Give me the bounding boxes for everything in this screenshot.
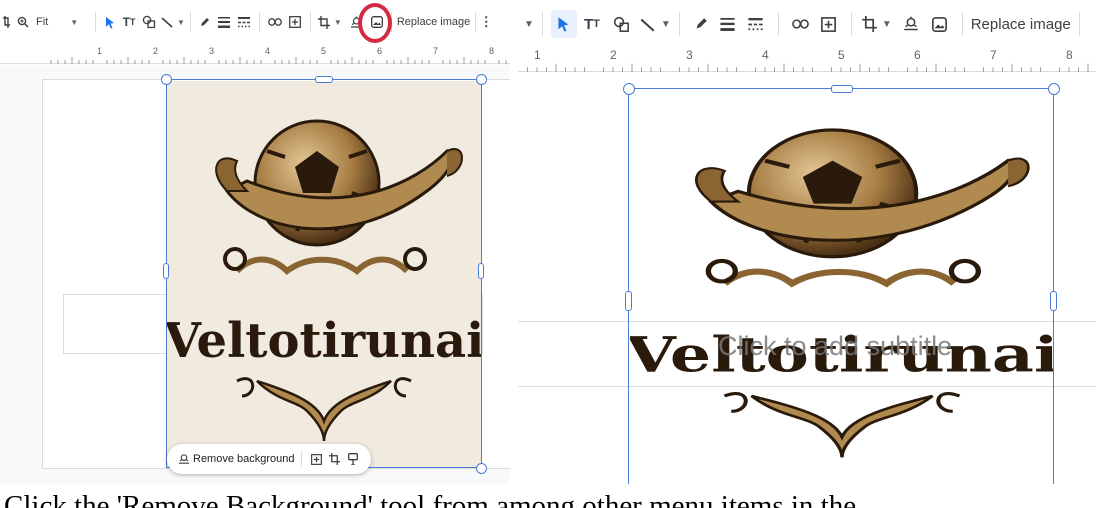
select-arrow-icon[interactable]	[101, 16, 119, 29]
pen-icon[interactable]	[688, 17, 714, 31]
image-selection-box	[628, 88, 1054, 484]
highlight-circle	[358, 3, 392, 43]
resize-handle-right[interactable]	[1050, 291, 1057, 311]
left-screenshot-panel: Fit ▼ TT ▼ ▼ Replace image ⋮ 1 2 3 4 5 6…	[0, 0, 510, 484]
remove-background-icon[interactable]	[896, 16, 926, 32]
text-box-icon[interactable]: TT	[119, 15, 139, 29]
image-toolbar: Fit ▼ TT ▼ ▼ Replace image ⋮	[0, 0, 510, 44]
image-quick-actions-bar: Remove background	[167, 444, 371, 474]
pen-icon[interactable]	[196, 17, 214, 28]
replace-image-button[interactable]: Replace image	[397, 16, 470, 28]
subtitle-placeholder-text[interactable]: Click to add subtitle	[718, 331, 952, 362]
chevron-down-icon[interactable]: ▼	[524, 19, 534, 30]
resize-handle-top-right[interactable]	[476, 74, 487, 85]
ruler-number: 5	[321, 46, 327, 56]
toolbar-divider	[541, 12, 543, 36]
resize-handle-right[interactable]	[478, 263, 484, 279]
toolbar-divider	[258, 12, 260, 32]
resize-handle-bottom-right[interactable]	[476, 463, 487, 474]
resize-handle-top-right[interactable]	[1048, 83, 1060, 95]
toolbar-divider	[850, 12, 852, 36]
horizontal-ruler: 1 2 3 4 5 6 7 8	[518, 48, 1096, 72]
link-icon[interactable]	[787, 19, 815, 29]
border-dash-icon[interactable]	[234, 16, 254, 28]
replace-image-button[interactable]: Replace image	[971, 16, 1071, 33]
border-weight-icon[interactable]	[214, 16, 234, 28]
zoom-icon[interactable]	[12, 16, 34, 28]
ruler-number: 6	[377, 46, 383, 56]
shapes-icon[interactable]	[607, 16, 637, 33]
resize-handle-left[interactable]	[163, 263, 169, 279]
ruler-number: 7	[990, 48, 997, 62]
replace-image-icon[interactable]	[926, 16, 954, 32]
replace-image-icon[interactable]	[308, 453, 326, 465]
toolbar-divider	[1078, 12, 1080, 36]
horizontal-ruler: 1 2 3 4 5 6 7 8	[0, 44, 510, 64]
ruler-number: 3	[686, 48, 693, 62]
zoom-label: Fit	[36, 16, 49, 28]
crop-options-icon[interactable]	[2, 15, 12, 29]
resize-handle-top-left[interactable]	[161, 74, 172, 85]
toolbar-divider	[678, 12, 680, 36]
toolbar-divider	[309, 12, 311, 32]
toolbar-divider	[300, 451, 302, 467]
crop-icon[interactable]	[326, 453, 344, 465]
resize-handle-top[interactable]	[315, 76, 333, 83]
toolbar-divider	[189, 12, 191, 32]
line-icon[interactable]	[159, 16, 175, 28]
shapes-icon[interactable]	[139, 15, 159, 29]
select-arrow-icon[interactable]	[550, 10, 577, 38]
ruler-number: 8	[1066, 48, 1073, 62]
insert-comment-icon[interactable]	[815, 16, 843, 32]
crop-icon[interactable]	[860, 16, 880, 32]
ruler-number: 1	[534, 48, 541, 62]
resize-handle-top[interactable]	[831, 85, 853, 93]
slide-canvas: Veltotirunai	[0, 65, 510, 484]
slide-canvas: Veltotirunai	[518, 73, 1096, 484]
text-box-icon[interactable]: TT	[577, 16, 607, 33]
ruler-number: 4	[265, 46, 271, 56]
chevron-down-icon[interactable]: ▼	[882, 19, 892, 30]
chevron-down-icon[interactable]: ▼	[661, 19, 671, 30]
link-icon[interactable]	[265, 18, 285, 26]
border-weight-icon[interactable]	[714, 17, 742, 31]
ruler-number: 3	[209, 46, 215, 56]
crop-icon[interactable]	[316, 15, 332, 29]
border-dash-icon[interactable]	[742, 17, 770, 31]
zoom-dropdown[interactable]: Fit ▼	[34, 16, 90, 28]
line-icon[interactable]	[637, 17, 659, 32]
instruction-caption: Click the 'Remove Background' tool from …	[4, 490, 857, 508]
image-selection-box	[166, 79, 482, 468]
toolbar-divider	[961, 12, 963, 36]
resize-handle-top-left[interactable]	[623, 83, 635, 95]
toolbar-divider	[95, 12, 96, 32]
chevron-down-icon[interactable]: ▼	[334, 18, 342, 27]
alt-text-icon[interactable]	[344, 453, 362, 465]
right-screenshot-panel: ▼ TT ▼ ▼ Replace image 1 2 3 4 5 6 7 8 V…	[518, 0, 1096, 484]
image-toolbar: ▼ TT ▼ ▼ Replace image	[518, 0, 1096, 48]
toolbar-divider	[777, 12, 779, 36]
insert-comment-icon[interactable]	[285, 16, 305, 28]
more-vert-icon[interactable]: ⋮	[480, 14, 493, 30]
ruler-number: 2	[610, 48, 617, 62]
ruler-number: 4	[762, 48, 769, 62]
ruler-number: 2	[153, 46, 159, 56]
chevron-down-icon[interactable]: ▼	[177, 18, 185, 27]
remove-background-icon[interactable]	[175, 453, 193, 465]
ruler-number: 8	[489, 46, 495, 56]
ruler-number: 6	[914, 48, 921, 62]
ruler-number: 7	[433, 46, 439, 56]
ruler-number: 5	[838, 48, 845, 62]
remove-background-button[interactable]: Remove background	[193, 453, 295, 465]
resize-handle-left[interactable]	[625, 291, 632, 311]
chevron-down-icon: ▼	[70, 17, 79, 27]
ruler-number: 1	[97, 46, 103, 56]
toolbar-divider	[475, 12, 477, 32]
